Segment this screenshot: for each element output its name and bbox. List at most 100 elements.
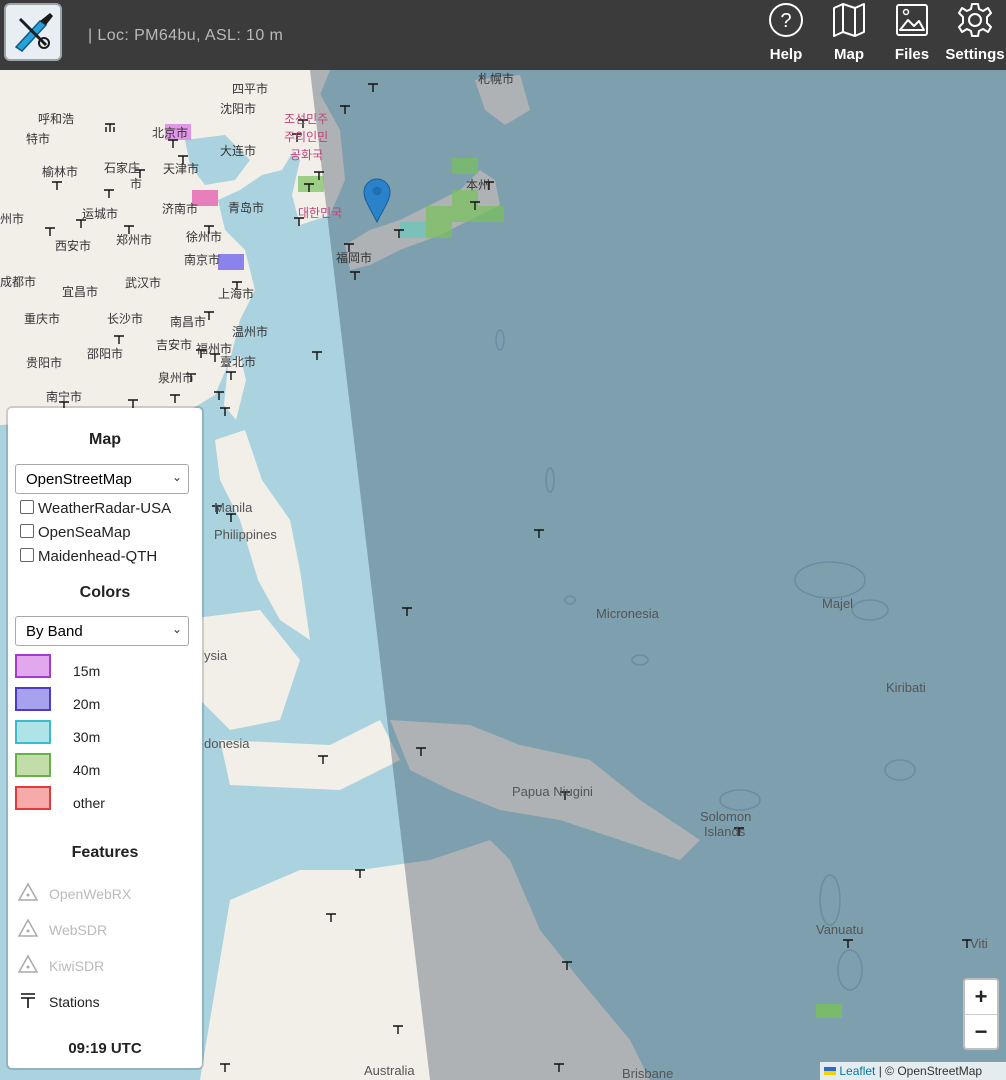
map-label-baotou: 特市	[26, 132, 51, 146]
files-label: Files	[894, 46, 930, 63]
map-label-wenzhou: 温州市	[232, 325, 269, 339]
legend-label: other	[73, 795, 105, 811]
map-label-yichang: 宜昌市	[62, 285, 99, 299]
chevron-down-icon: ⌄	[171, 622, 182, 636]
map-label-philippines: Philippines	[214, 527, 277, 542]
map-label-brisbane: Brisbane	[622, 1066, 674, 1080]
settings-icon	[958, 3, 992, 37]
checkbox[interactable]	[20, 500, 34, 514]
overlay-label: Maidenhead-QTH	[38, 548, 158, 565]
map-label-yulin: 榆林市	[42, 165, 79, 179]
map-label-australia: Australia	[364, 1063, 415, 1078]
colors-value: By Band	[26, 623, 83, 640]
map-label-qingdao: 青岛市	[228, 201, 265, 215]
checkbox[interactable]	[20, 548, 34, 562]
legend-label: 20m	[73, 696, 101, 712]
ukraine-flag-icon	[824, 1067, 836, 1075]
map-label-nk1: 조선민주	[284, 112, 329, 126]
map-label-fukuoka: 福岡市	[336, 251, 373, 265]
map-label-beijing: 北京市	[152, 126, 189, 140]
map-label: Map	[834, 46, 864, 63]
map-label-indonesia: donesia	[204, 736, 250, 751]
legend-swatch	[15, 786, 51, 810]
map-label-sapporo: 札幌市	[478, 72, 515, 86]
utc-clock: 09:19 UTC	[68, 1040, 142, 1057]
map-label-jian: 吉安市	[156, 338, 193, 352]
help-button[interactable]: ? Help	[756, 0, 816, 68]
overlay-label: OpenSeaMap	[38, 524, 131, 541]
map-label-chongqing: 重庆市	[24, 312, 61, 326]
map-label-siping: 四平市	[232, 82, 269, 96]
colors-section-title: Colors	[79, 584, 131, 601]
map-attribution: Leaflet | © OpenStreetMap	[820, 1062, 1006, 1080]
settings-button[interactable]: Settings	[945, 0, 1005, 68]
legend-label: 30m	[73, 729, 101, 745]
zoom-out-button[interactable]: −	[965, 1015, 997, 1049]
map-label-vanuatu: Vanuatu	[816, 922, 864, 937]
zoom-in-button[interactable]: +	[965, 980, 997, 1015]
overlay-weatherradar[interactable]: WeatherRadar-USA	[20, 500, 171, 517]
location-text: | Loc: PM64bu, ASL: 10 m	[88, 27, 284, 44]
chevron-down-icon: ⌄	[171, 470, 182, 484]
websdr-icon	[18, 918, 38, 937]
map-settings-panel: Map OpenStreetMap ⌄ WeatherRadar-USA Ope…	[8, 408, 202, 1068]
map-label-xian: 西安市	[55, 239, 92, 253]
app-logo[interactable]	[4, 3, 62, 61]
map-label-shanghai: 上海市	[218, 287, 255, 301]
header-bar: | Loc: PM64bu, ASL: 10 m ? Help Map File…	[0, 0, 1006, 70]
legend-label: 40m	[73, 762, 101, 778]
map-label-solomon2: Islands	[704, 824, 746, 839]
map-label-wuhan: 武汉市	[125, 276, 162, 290]
features-section-title: Features	[71, 844, 139, 861]
map-label-kiribati: Kiribati	[886, 680, 926, 695]
kiwisdr-icon	[18, 954, 38, 973]
map-label-quanzhou: 泉州市	[158, 371, 195, 385]
files-button[interactable]: Files	[882, 0, 942, 68]
map-label-shi: 市	[130, 177, 143, 191]
overlay-label: WeatherRadar-USA	[38, 500, 172, 517]
map-label-honshu: 本州	[466, 178, 491, 192]
map-label-changsha: 长沙市	[107, 312, 144, 326]
map-label-chengdu: 成都市	[0, 275, 37, 289]
stations-icon	[21, 993, 35, 1008]
legend-swatch	[15, 687, 51, 711]
legend-label: 15m	[73, 663, 101, 679]
legend-swatch	[15, 753, 51, 777]
map-label-papua: Papua Niugini	[512, 784, 593, 799]
map-layer-value: OpenStreetMap	[26, 471, 132, 488]
screwdriver-logo-icon	[10, 9, 56, 55]
overlay-maidenhead[interactable]: Maidenhead-QTH	[20, 548, 157, 565]
map-label-ysia: ysia	[204, 648, 228, 663]
map-layer-select[interactable]: OpenStreetMap ⌄	[15, 464, 189, 494]
map-label-majel: Majel	[822, 596, 854, 611]
osm-attribution[interactable]: | © OpenStreetMap	[879, 1064, 982, 1078]
map-label-tianjin: 天津市	[163, 162, 200, 176]
map-label-shaoyang: 邵阳市	[87, 347, 124, 361]
map-label-nanjing: 南京市	[184, 253, 221, 267]
feature-label: Stations	[49, 994, 100, 1010]
leaflet-link[interactable]: Leaflet	[839, 1064, 875, 1078]
map-label-nk2: 주의인민	[284, 130, 329, 144]
checkbox[interactable]	[20, 524, 34, 538]
settings-label: Settings	[945, 46, 1005, 63]
map-label-yuncheng: 运城市	[82, 207, 119, 221]
legend-swatch	[15, 720, 51, 744]
svg-text:?: ?	[780, 10, 791, 32]
map-button[interactable]: Map	[819, 0, 879, 68]
overlay-openseamap[interactable]: OpenSeaMap	[20, 524, 131, 541]
help-label: Help	[769, 46, 803, 63]
map-label-jinan: 济南市	[162, 202, 199, 216]
colors-select[interactable]: By Band ⌄	[15, 616, 189, 646]
openwebrx-icon	[18, 882, 38, 901]
map-label-shijiazhuang: 石家庄	[104, 161, 141, 175]
map-label-nanchang: 南昌市	[170, 315, 207, 329]
map-section-title: Map	[89, 431, 121, 448]
map-label-zhengzhou: 郑州市	[116, 233, 153, 247]
map-label-zhou: 州市	[0, 212, 25, 226]
zoom-control: + −	[963, 978, 999, 1050]
map-label-viti: Viti	[970, 936, 988, 951]
map-icon	[833, 3, 865, 37]
map-label-dalian: 大连市	[220, 144, 257, 158]
help-icon: ?	[769, 3, 803, 37]
feature-label: OpenWebRX	[49, 886, 132, 902]
